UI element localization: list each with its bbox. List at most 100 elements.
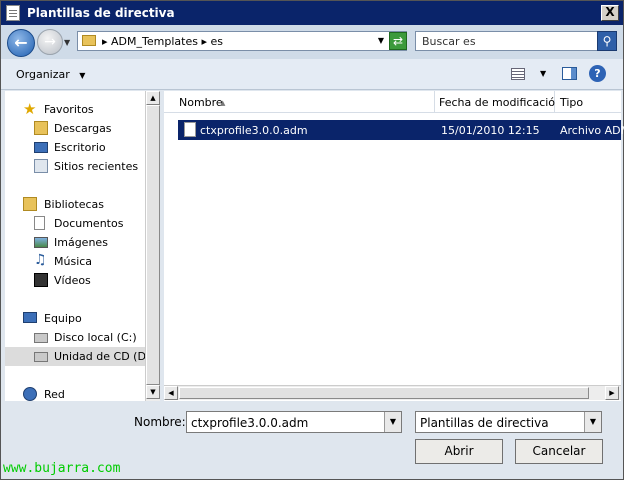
horizontal-scrollbar[interactable]: ◀ ▶ — [164, 385, 621, 400]
watermark: www.bujarra.com — [3, 461, 121, 476]
column-header-date[interactable]: Fecha de modificación — [435, 91, 562, 113]
recent-places-icon — [34, 159, 48, 173]
address-bar[interactable]: ▸ ADM_Templates ▸ es ▼ — [77, 31, 407, 51]
nav-scrollbar[interactable]: ▲ ▼ — [145, 91, 160, 401]
file-open-dialog: Plantillas de directiva X ← → ▼ ▸ ADM_Te… — [0, 0, 624, 480]
sort-ascending-icon: ▲ — [220, 99, 226, 107]
nav-item-label: Vídeos — [54, 274, 91, 287]
breadcrumb-separator: ▸ — [201, 35, 207, 48]
videos-icon — [34, 273, 48, 287]
nav-favorites[interactable]: ★ Favoritos — [5, 100, 146, 119]
nav-libraries-label: Bibliotecas — [44, 198, 105, 211]
scroll-left-icon[interactable]: ◀ — [164, 386, 178, 400]
column-header-label: Nombre — [179, 96, 223, 109]
title-bar: Plantillas de directiva X — [1, 1, 623, 25]
scroll-right-icon[interactable]: ▶ — [605, 386, 619, 400]
forward-button[interactable]: → — [37, 29, 63, 55]
nav-item-label: Imágenes — [54, 236, 108, 249]
scroll-up-icon[interactable]: ▲ — [146, 91, 160, 105]
file-name: ctxprofile3.0.0.adm — [200, 124, 308, 137]
close-button[interactable]: X — [601, 5, 619, 21]
table-row[interactable]: ctxprofile3.0.0.adm 15/01/2010 12:15 Arc… — [178, 120, 624, 140]
filename-input[interactable]: ctxprofile3.0.0.adm ▼ — [186, 411, 402, 433]
nav-computer-label: Equipo — [44, 312, 82, 325]
file-type-select[interactable]: Plantillas de directiva ▼ — [415, 411, 602, 433]
chevron-down-icon[interactable]: ▼ — [384, 412, 401, 432]
desktop-icon — [34, 142, 48, 153]
navigation-pane: ★ Favoritos Descargas Escritorio Sitios … — [5, 91, 160, 401]
help-icon[interactable]: ? — [589, 65, 606, 82]
file-date: 15/01/2010 12:15 — [441, 124, 540, 137]
breadcrumb: ▸ ADM_Templates ▸ es — [102, 35, 223, 48]
chevron-down-icon[interactable]: ▼ — [584, 412, 601, 432]
nav-network-label: Red — [44, 388, 65, 401]
dialog-footer: Nombre: ctxprofile3.0.0.adm ▼ Plantillas… — [1, 401, 623, 479]
search-input[interactable]: Buscar es ⚲ — [415, 31, 617, 51]
scrollbar-thumb[interactable] — [146, 105, 160, 385]
organize-label: Organizar — [16, 68, 70, 81]
document-icon — [6, 5, 20, 21]
breadcrumb-item-es[interactable]: es — [210, 35, 223, 48]
address-dropdown-icon[interactable]: ▼ — [378, 36, 384, 45]
breadcrumb-item-adm-templates[interactable]: ADM_Templates — [111, 35, 198, 48]
nav-favorites-label: Favoritos — [44, 103, 94, 116]
nav-item-label: Sitios recientes — [54, 160, 139, 173]
file-type-value: Plantillas de directiva — [420, 416, 549, 430]
chevron-down-icon: ▼ — [79, 71, 86, 80]
star-icon: ★ — [23, 100, 37, 118]
scrollbar-thumb[interactable] — [179, 387, 589, 399]
file-list-pane: Nombre ▲ Fecha de modificación Tipo ctxp… — [164, 91, 624, 401]
nav-item-disco-local[interactable]: Disco local (C:) — [5, 328, 146, 347]
window-title: Plantillas de directiva — [27, 6, 175, 20]
nav-computer[interactable]: Equipo — [5, 309, 146, 328]
views-dropdown-icon[interactable]: ▼ — [540, 69, 546, 78]
scroll-down-icon[interactable]: ▼ — [146, 385, 160, 399]
search-placeholder: Buscar es — [422, 35, 476, 48]
pictures-icon — [34, 237, 48, 248]
nav-item-label: Disco local (C:) — [54, 331, 137, 344]
downloads-folder-icon — [34, 121, 48, 135]
views-icon[interactable] — [511, 68, 525, 80]
computer-icon — [23, 312, 37, 323]
nav-item-videos[interactable]: Vídeos — [5, 271, 146, 290]
open-button[interactable]: Abrir — [415, 439, 503, 464]
nav-network[interactable]: Red — [5, 385, 146, 401]
nav-item-label: Música — [54, 255, 93, 268]
preview-pane-icon[interactable] — [562, 67, 577, 80]
command-bar: Organizar ▼ ▼ ? — [1, 59, 623, 90]
cancel-button[interactable]: Cancelar — [515, 439, 603, 464]
nav-item-label: Descargas — [54, 122, 112, 135]
music-icon: ♫ — [34, 252, 47, 268]
nav-item-unidad-cd[interactable]: Unidad de CD (D:) — [5, 347, 154, 366]
nav-item-label: Escritorio — [54, 141, 106, 154]
organize-menu[interactable]: Organizar ▼ — [16, 68, 85, 81]
file-icon — [184, 122, 196, 137]
search-icon[interactable]: ⚲ — [597, 31, 617, 51]
refresh-button[interactable]: ⇄ — [389, 32, 407, 50]
history-dropdown-icon[interactable]: ▼ — [64, 38, 70, 47]
nav-item-sitios-recientes[interactable]: Sitios recientes — [5, 157, 146, 176]
breadcrumb-separator: ▸ — [102, 35, 108, 48]
address-row: ← → ▼ ▸ ADM_Templates ▸ es ▼ ⇄ Buscar es… — [1, 25, 623, 59]
filename-label: Nombre: — [134, 415, 186, 429]
nav-item-musica[interactable]: ♫ Música — [5, 252, 146, 271]
column-header-type[interactable]: Tipo — [555, 91, 621, 113]
nav-item-descargas[interactable]: Descargas — [5, 119, 146, 138]
libraries-icon — [23, 197, 37, 211]
column-header-label: Tipo — [560, 96, 584, 109]
column-header-label: Fecha de modificación — [439, 96, 563, 109]
nav-item-documentos[interactable]: Documentos — [5, 214, 146, 233]
nav-item-label: Unidad de CD (D:) — [54, 350, 154, 363]
column-header-name[interactable]: Nombre ▲ — [164, 91, 435, 113]
nav-item-label: Documentos — [54, 217, 124, 230]
filename-value: ctxprofile3.0.0.adm — [191, 416, 309, 430]
cd-drive-icon — [34, 352, 48, 362]
nav-item-imagenes[interactable]: Imágenes — [5, 233, 146, 252]
back-button[interactable]: ← — [7, 29, 35, 57]
nav-libraries[interactable]: Bibliotecas — [5, 195, 146, 214]
hard-drive-icon — [34, 333, 48, 343]
folder-icon — [82, 35, 96, 46]
network-icon — [23, 387, 37, 401]
documents-icon — [34, 216, 45, 230]
nav-item-escritorio[interactable]: Escritorio — [5, 138, 146, 157]
